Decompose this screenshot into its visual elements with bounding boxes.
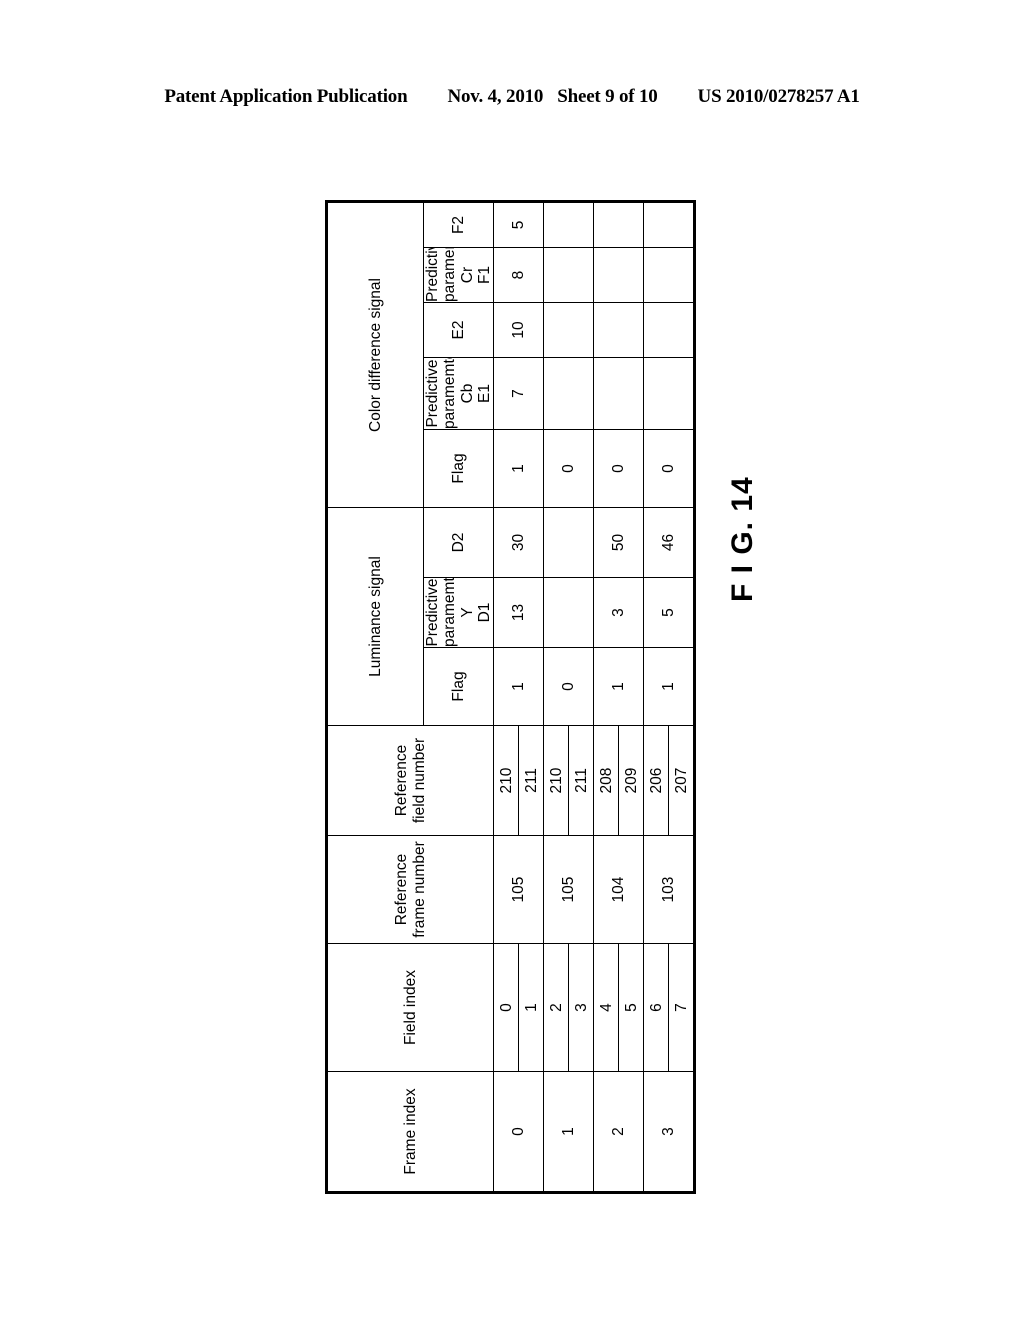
cell-reference-field-number-b: 211 — [518, 725, 544, 836]
cell-field-index-b: 7 — [668, 943, 694, 1072]
figure-caption: F I G. 14 — [726, 476, 759, 602]
cell-reference-field-number-a: 206 — [643, 725, 669, 836]
cell-cr-f1: 8 — [493, 247, 544, 303]
cell-cr-f1 — [543, 247, 594, 303]
cell-cb-e2 — [543, 302, 594, 358]
cell-cb-e2: 10 — [493, 302, 544, 358]
header-luminance-d1: Predictive paramemter Y D1 — [423, 577, 494, 648]
cell-color-flag: 0 — [643, 429, 694, 508]
figure-area: Frame index Field index Reference frame … — [0, 0, 1024, 1320]
cell-field-index-a: 2 — [543, 943, 569, 1072]
cell-cr-f1 — [643, 247, 694, 303]
header-cr-line1: Predictive — [424, 247, 441, 303]
cell-field-index-a: 4 — [593, 943, 619, 1072]
rotated-table-wrapper: Frame index Field index Reference frame … — [326, 196, 696, 1198]
cell-reference-frame-number: 104 — [593, 835, 644, 944]
cell-reference-field-number-b: 211 — [568, 725, 594, 836]
header-luminance-signal: Luminance signal — [327, 507, 424, 726]
header-luminance-y-line1: Predictive — [424, 578, 441, 647]
cell-color-flag: 0 — [593, 429, 644, 508]
header-reference-frame-number-line2: frame number — [410, 841, 428, 938]
cell-luminance-flag: 1 — [593, 647, 644, 726]
cell-reference-field-number-a: 210 — [493, 725, 519, 836]
cell-luminance-flag: 1 — [493, 647, 544, 726]
cell-cr-f2: 5 — [493, 202, 544, 248]
cell-field-index-b: 3 — [568, 943, 594, 1072]
table-row: 0 0 105 210 1 13 30 1 7 10 8 5 — [493, 202, 544, 1192]
header-luminance-flag: Flag — [423, 647, 494, 726]
table-row: 1 2 105 210 0 0 — [543, 202, 594, 1192]
cell-color-flag: 0 — [543, 429, 594, 508]
table-row: 2 4 104 208 1 3 50 0 — [593, 202, 644, 1192]
cell-frame-index: 0 — [493, 1071, 544, 1192]
cell-cr-f2 — [543, 202, 594, 248]
cell-luminance-flag: 0 — [543, 647, 594, 726]
header-cb-e1-label: E1 — [476, 384, 494, 403]
header-reference-field-number: Reference field number — [327, 725, 494, 836]
cell-field-index-a: 0 — [493, 943, 519, 1072]
header-cb-e1: Predictive paramemter Cb E1 — [423, 357, 494, 430]
header-luminance-d1-label: D1 — [476, 602, 494, 623]
cell-frame-index: 3 — [643, 1071, 694, 1192]
cell-reference-field-number-b: 207 — [668, 725, 694, 836]
cell-luminance-d2: 30 — [493, 507, 544, 578]
header-cr-f1: Predictive paramemter Cr F1 — [423, 247, 494, 303]
header-cr-f1-label: F1 — [476, 265, 494, 285]
header-reference-field-number-line2: field number — [410, 737, 428, 824]
cell-reference-frame-number: 105 — [493, 835, 544, 944]
header-luminance-y-line2: paramemter Y — [441, 577, 476, 648]
header-reference-frame-number: Reference frame number — [327, 835, 494, 944]
cell-luminance-d2 — [543, 507, 594, 578]
cell-luminance-d1: 3 — [593, 577, 644, 648]
header-cb-e2: E2 — [423, 302, 494, 358]
header-cr-line2: paramemter Cr — [441, 247, 476, 303]
cell-luminance-flag: 1 — [643, 647, 694, 726]
cell-luminance-d2: 50 — [593, 507, 644, 578]
header-field-index: Field index — [327, 943, 494, 1072]
header-frame-index: Frame index — [327, 1071, 494, 1192]
cell-color-flag: 1 — [493, 429, 544, 508]
header-luminance-d2: D2 — [423, 507, 494, 578]
table-row: 3 6 103 206 1 5 46 0 — [643, 202, 694, 1192]
header-color-flag: Flag — [423, 429, 494, 508]
header-reference-field-number-line1: Reference — [393, 744, 411, 817]
cell-cr-f1 — [593, 247, 644, 303]
header-cb-line2: paramemter Cb — [441, 357, 476, 430]
cell-field-index-b: 1 — [518, 943, 544, 1072]
cell-cr-f2 — [593, 202, 644, 248]
header-color-difference-signal: Color difference signal — [327, 202, 424, 508]
cell-frame-index: 1 — [543, 1071, 594, 1192]
cell-cb-e2 — [593, 302, 644, 358]
cell-cb-e1 — [643, 357, 694, 430]
cell-frame-index: 2 — [593, 1071, 644, 1192]
cell-cr-f2 — [643, 202, 694, 248]
header-cb-line1: Predictive — [424, 359, 441, 428]
cell-luminance-d1: 13 — [493, 577, 544, 648]
header-cr-f2-label: F2 — [450, 215, 468, 235]
cell-luminance-d1: 5 — [643, 577, 694, 648]
cell-reference-field-number-a: 210 — [543, 725, 569, 836]
cell-luminance-d1 — [543, 577, 594, 648]
table-header-group-row: Frame index Field index Reference frame … — [327, 202, 494, 1192]
cell-luminance-d2: 46 — [643, 507, 694, 578]
header-luminance-d2-label: D2 — [450, 532, 468, 553]
cell-reference-field-number-a: 208 — [593, 725, 619, 836]
cell-reference-frame-number: 105 — [543, 835, 594, 944]
header-cr-f2: F2 — [423, 202, 494, 248]
cell-cb-e1 — [543, 357, 594, 430]
header-reference-frame-number-line1: Reference — [393, 853, 411, 926]
cell-cb-e1: 7 — [493, 357, 544, 430]
reference-parameter-table: Frame index Field index Reference frame … — [326, 196, 696, 1198]
cell-reference-field-number-b: 209 — [618, 725, 644, 836]
cell-reference-frame-number: 103 — [643, 835, 694, 944]
cell-field-index-a: 6 — [643, 943, 669, 1072]
cell-cb-e1 — [593, 357, 644, 430]
cell-field-index-b: 5 — [618, 943, 644, 1072]
cell-cb-e2 — [643, 302, 694, 358]
header-cb-e2-label: E2 — [450, 320, 468, 340]
